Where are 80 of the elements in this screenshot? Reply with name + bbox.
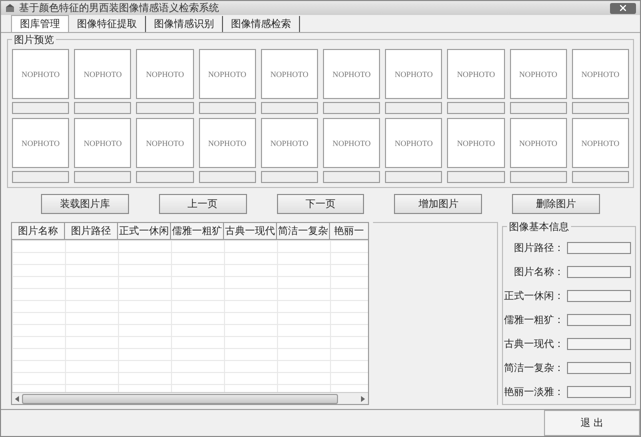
column-header[interactable]: 古典一现代 — [224, 223, 277, 240]
caption-field[interactable] — [323, 171, 380, 183]
input-field[interactable] — [567, 290, 631, 302]
caption-field[interactable] — [572, 102, 629, 114]
caption-field[interactable] — [510, 171, 567, 183]
caption-field[interactable] — [198, 102, 256, 114]
left-arrow-icon[interactable] — [14, 396, 20, 402]
column-header[interactable]: 图片路径 — [65, 223, 118, 240]
input-field[interactable] — [567, 314, 631, 326]
caption-field[interactable] — [260, 171, 318, 183]
thumbnail[interactable]: NOPHOTO — [323, 118, 380, 168]
input-field[interactable] — [567, 386, 631, 398]
input-field[interactable] — [567, 362, 631, 374]
thumbnail[interactable]: NOPHOTO — [323, 49, 380, 99]
thumbnail[interactable]: NOPHOTO — [510, 118, 567, 168]
action-button[interactable]: 增加图片 — [394, 194, 482, 214]
right-arrow-icon[interactable] — [360, 396, 366, 402]
field-label: 儒雅一粗犷： — [504, 314, 564, 327]
field-label: 图片路径： — [514, 242, 564, 255]
thumbnail[interactable]: NOPHOTO — [510, 49, 567, 99]
column-header[interactable]: 图片名称 — [12, 223, 65, 240]
group-title: 图像基本信息 — [507, 220, 571, 234]
action-button[interactable]: 上一页 — [158, 194, 247, 214]
thumbnail[interactable]: NOPHOTO — [12, 49, 70, 99]
caption-field[interactable] — [447, 102, 505, 114]
caption-field[interactable] — [74, 102, 132, 114]
caption-field[interactable] — [323, 102, 380, 114]
action-button[interactable]: 装载图片库 — [41, 194, 129, 214]
caption-field[interactable] — [74, 171, 132, 183]
caption-field[interactable] — [12, 171, 70, 183]
input-field[interactable] — [567, 266, 631, 278]
tab[interactable]: 图像情感检索 — [223, 16, 300, 32]
caption-field[interactable] — [136, 102, 194, 114]
thumbnail[interactable]: NOPHOTO — [260, 49, 318, 99]
horizontal-scrollbar[interactable] — [12, 392, 368, 404]
field-label: 图片名称： — [514, 266, 564, 279]
caption-field[interactable] — [136, 171, 194, 183]
caption-field[interactable] — [447, 171, 505, 183]
column-header[interactable]: 艳丽一 — [330, 223, 368, 240]
column-header[interactable]: 正式一休闲 — [118, 223, 171, 240]
thumbnail[interactable]: NOPHOTO — [12, 118, 70, 168]
thumbnail[interactable]: NOPHOTO — [136, 118, 194, 168]
field-label: 简洁一复杂： — [504, 362, 564, 375]
thumbnail[interactable]: NOPHOTO — [74, 118, 132, 168]
group-title: 图片预览 — [12, 33, 56, 47]
action-button[interactable]: 删除图片 — [512, 194, 600, 214]
thumbnail[interactable]: NOPHOTO — [385, 118, 442, 168]
field-label: 正式一休闲： — [504, 290, 564, 303]
thumbnail[interactable]: NOPHOTO — [572, 118, 629, 168]
column-header[interactable]: 简洁一复杂 — [277, 223, 330, 240]
thumbnail[interactable]: NOPHOTO — [260, 118, 318, 168]
thumbnail[interactable]: NOPHOTO — [447, 118, 505, 168]
close-button[interactable] — [610, 2, 636, 14]
thumbnail[interactable]: NOPHOTO — [198, 118, 256, 168]
caption-field[interactable] — [385, 102, 442, 114]
caption-field[interactable] — [12, 102, 70, 114]
app-icon — [5, 3, 15, 13]
thumbnail[interactable]: NOPHOTO — [198, 49, 256, 99]
exit-button[interactable]: 退 出 — [544, 410, 640, 436]
field-label: 艳丽一淡雅： — [504, 386, 564, 399]
tab[interactable]: 图库管理 — [11, 15, 69, 32]
tab[interactable]: 图像情感识别 — [146, 16, 223, 32]
caption-field[interactable] — [260, 102, 318, 114]
caption-field[interactable] — [385, 171, 442, 183]
action-button[interactable]: 下一页 — [276, 194, 364, 214]
thumbnail[interactable]: NOPHOTO — [447, 49, 505, 99]
input-field[interactable] — [567, 338, 631, 350]
caption-field[interactable] — [198, 171, 256, 183]
thumbnail[interactable]: NOPHOTO — [385, 49, 442, 99]
thumbnail[interactable]: NOPHOTO — [136, 49, 194, 99]
column-header[interactable]: 儒雅一粗犷 — [171, 223, 224, 240]
close-icon — [620, 5, 626, 11]
thumbnail[interactable]: NOPHOTO — [572, 49, 629, 99]
caption-field[interactable] — [510, 102, 567, 114]
field-label: 古典一现代： — [504, 338, 564, 351]
window-title: 基于颜色特征的男西装图像情感语义检索系统 — [19, 2, 220, 15]
input-field[interactable] — [567, 242, 631, 254]
caption-field[interactable] — [572, 171, 629, 183]
tab[interactable]: 图像特征提取 — [69, 16, 146, 32]
thumbnail[interactable]: NOPHOTO — [74, 49, 132, 99]
